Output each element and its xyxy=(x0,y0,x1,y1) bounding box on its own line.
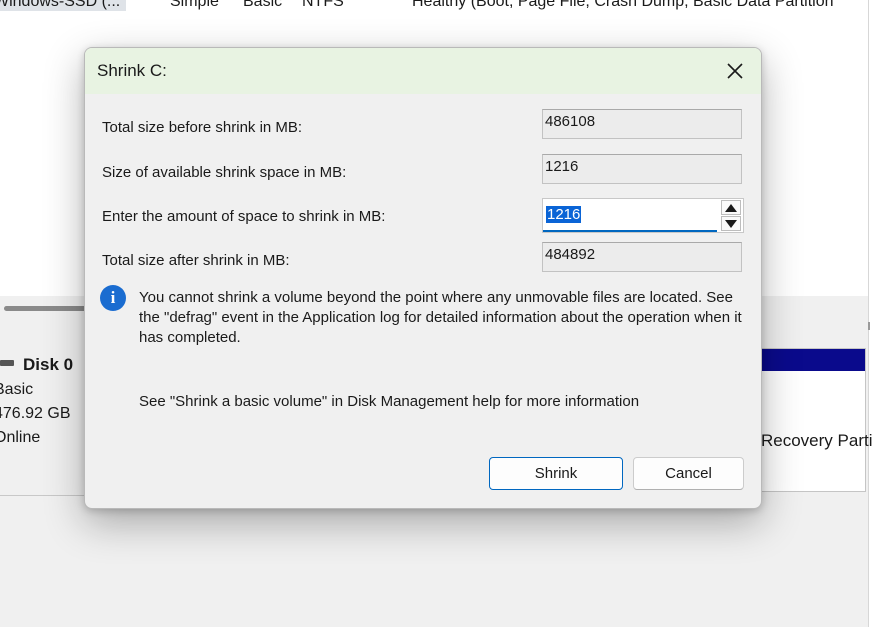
total-after-field: 484892 xyxy=(542,242,742,272)
close-icon xyxy=(727,63,743,79)
partition-label: Recovery Parti xyxy=(761,431,873,450)
dialog-titlebar[interactable]: Shrink C: xyxy=(85,48,761,94)
partition-block[interactable]: Recovery Parti xyxy=(760,348,872,492)
spin-down-icon xyxy=(725,219,737,228)
shrink-amount-stepper[interactable]: 1216 xyxy=(542,198,744,233)
spin-buttons xyxy=(719,199,743,232)
info-message: You cannot shrink a volume beyond the po… xyxy=(139,289,742,346)
cancel-button[interactable]: Cancel xyxy=(633,457,744,490)
spin-up-button[interactable] xyxy=(721,200,741,215)
partition-header-bar xyxy=(761,349,865,371)
volume-name-cell: Windows-SSD (... xyxy=(0,0,127,11)
disk-size: 476.92 GB xyxy=(0,405,71,422)
shrink-amount-label: Enter the amount of space to shrink in M… xyxy=(102,208,386,225)
window-edge xyxy=(868,0,875,627)
spin-down-button[interactable] xyxy=(721,216,741,231)
help-message: See "Shrink a basic volume" in Disk Mana… xyxy=(139,393,640,410)
shrink-dialog: Shrink C: Total size before shrink in MB… xyxy=(84,47,762,509)
disk-drive-icon xyxy=(0,360,14,366)
total-after-label: Total size after shrink in MB: xyxy=(102,252,290,269)
close-button[interactable] xyxy=(717,56,753,86)
spin-up-icon xyxy=(725,203,737,212)
disk-status: Online xyxy=(0,429,41,446)
shrink-button[interactable]: Shrink xyxy=(489,457,623,490)
available-space-field: 1216 xyxy=(542,154,742,184)
volume-fs-cell: NTFS xyxy=(302,0,344,10)
volume-layout-cell: Simple xyxy=(170,0,219,10)
disk-type: Basic xyxy=(0,381,34,398)
selected-text: 1216 xyxy=(546,206,582,223)
disk-title: Disk 0 xyxy=(23,355,74,374)
volume-status-cell: Healthy (Boot, Page File, Crash Dump, Ba… xyxy=(412,0,834,10)
volume-type-cell: Basic xyxy=(243,0,283,10)
scrollbar-thumb[interactable] xyxy=(4,306,94,311)
total-before-label: Total size before shrink in MB: xyxy=(102,119,303,136)
total-before-field: 486108 xyxy=(542,109,742,139)
info-icon: i xyxy=(100,285,126,311)
dialog-title: Shrink C: xyxy=(97,61,167,80)
available-space-label: Size of available shrink space in MB: xyxy=(102,164,347,181)
shrink-amount-input[interactable]: 1216 xyxy=(543,199,717,232)
